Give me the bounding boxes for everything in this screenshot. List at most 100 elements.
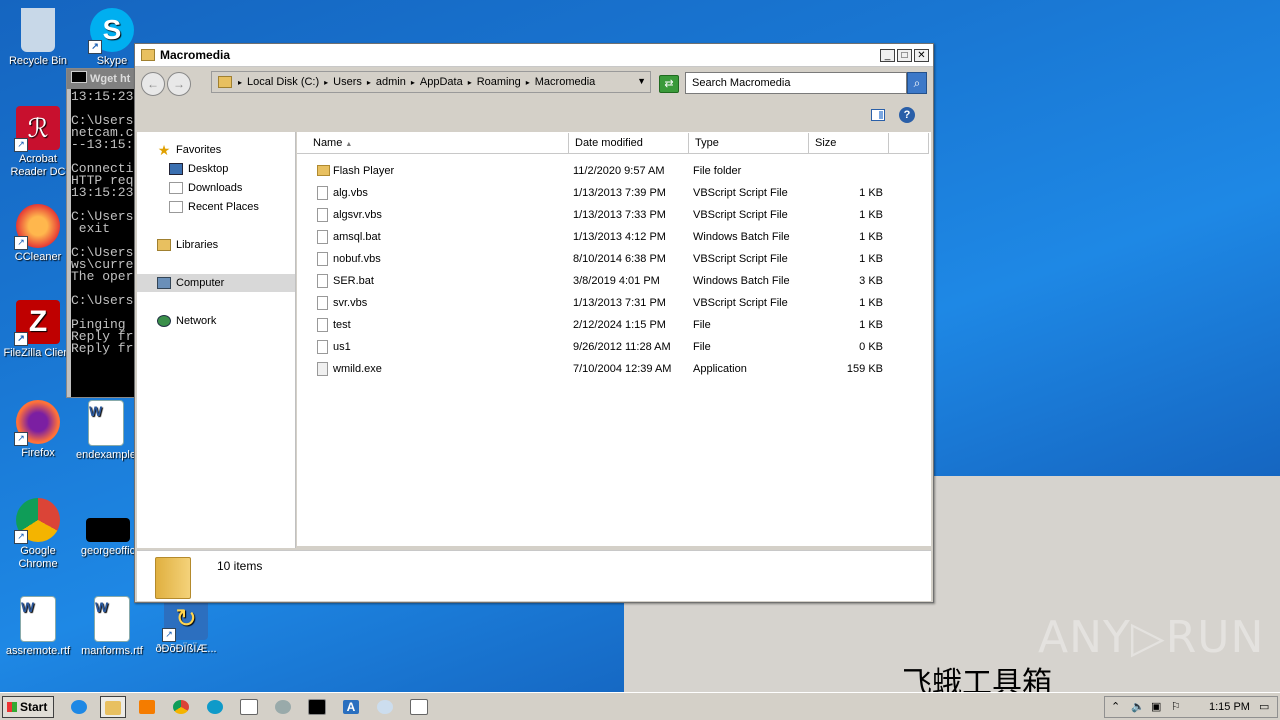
- file-name: SER.bat: [333, 275, 374, 287]
- breadcrumb-separator-icon[interactable]: ▸: [526, 78, 530, 87]
- breadcrumb-separator-icon[interactable]: ▸: [411, 78, 415, 87]
- ccleaner-desktop-icon[interactable]: ↗ CCleaner: [0, 204, 76, 264]
- network-tray-icon[interactable]: ▣: [1151, 699, 1161, 715]
- table-row[interactable]: amsql.bat 1/13/2013 4:12 PM Windows Batch …: [297, 226, 931, 248]
- file-type: Windows Batch File: [693, 231, 790, 243]
- nav-network[interactable]: Network: [157, 312, 216, 330]
- table-row[interactable]: algsvr.vbs 1/13/2013 7:33 PM VBScript Scri…: [297, 204, 931, 226]
- command-toolbar: ?: [135, 100, 933, 130]
- file-size: 3 KB: [859, 275, 883, 287]
- clock[interactable]: 1:15 PM: [1209, 699, 1250, 715]
- taskbar-cmd[interactable]: [304, 696, 330, 718]
- explorer-window[interactable]: Macromedia _ □ ✕ ← → ▸ Local Disk (C:) ▸…: [134, 43, 934, 603]
- taskbar-app-disc[interactable]: [372, 696, 398, 718]
- taskbar-window-2[interactable]: [270, 696, 296, 718]
- taskbar-media-player[interactable]: [134, 696, 160, 718]
- close-button[interactable]: ✕: [914, 48, 929, 62]
- breadcrumb-separator-icon: ▸: [238, 77, 243, 87]
- nav-downloads[interactable]: Downloads: [169, 179, 242, 197]
- file-size: 159 KB: [846, 363, 883, 375]
- nav-libraries[interactable]: Libraries: [157, 236, 218, 254]
- navigation-pane: ★ Favorites Desktop Downloads Recent Plac…: [137, 132, 296, 548]
- refresh-button[interactable]: ⇄: [659, 75, 679, 93]
- tray-expand-icon[interactable]: ⌃: [1111, 699, 1120, 715]
- table-row[interactable]: nobuf.vbs 8/10/2014 6:38 PM VBScript Scrip…: [297, 248, 931, 270]
- nav-label: Computer: [176, 277, 225, 289]
- taskbar-window-3[interactable]: [406, 696, 432, 718]
- nav-desktop[interactable]: Desktop: [169, 160, 228, 178]
- endexample-desktop-icon[interactable]: W endexample: [68, 400, 144, 462]
- search-input[interactable]: Search Macromedia: [685, 72, 907, 94]
- taskbar-chrome[interactable]: [168, 696, 194, 718]
- breadcrumb-separator-icon[interactable]: ▸: [324, 78, 328, 87]
- acrobat-desktop-icon[interactable]: ℛ ↗ Acrobat Reader DC: [0, 106, 76, 179]
- console-window[interactable]: Wget ht 13:15:23 C:\Users netcam.c --13:…: [66, 68, 138, 398]
- table-row[interactable]: us1 9/26/2012 11:28 AM File 0 KB: [297, 336, 931, 358]
- console-titlebar[interactable]: Wget ht: [67, 69, 137, 89]
- breadcrumb-appdata[interactable]: AppData: [420, 76, 463, 88]
- taskbar-explorer[interactable]: [100, 696, 126, 718]
- column-header-name[interactable]: Name ▲: [297, 133, 569, 154]
- word-document-icon: W: [88, 400, 124, 446]
- nav-recent-places[interactable]: Recent Places: [169, 198, 259, 216]
- search-icon[interactable]: ⌕: [907, 72, 927, 94]
- manforms-desktop-icon[interactable]: W manforms.rtf: [74, 596, 150, 658]
- help-icon[interactable]: ?: [899, 107, 915, 123]
- nav-computer[interactable]: Computer: [137, 274, 295, 292]
- filezilla-icon: Z ↗: [14, 300, 60, 346]
- breadcrumb-admin[interactable]: admin: [376, 76, 406, 88]
- preview-pane-icon[interactable]: [871, 109, 885, 121]
- volume-icon[interactable]: 🔈: [1131, 699, 1145, 715]
- address-bar[interactable]: ▸ Local Disk (C:) ▸ Users ▸ admin ▸ AppD…: [211, 71, 651, 93]
- shortcut-arrow-icon: ↗: [14, 332, 28, 346]
- unknown-shortcut-desktop-icon[interactable]: ↻ ↗ ðÐõÐÏßÏÆ...: [148, 596, 224, 656]
- firefox-desktop-icon[interactable]: ↗ Firefox: [0, 400, 76, 460]
- console-title: Wget ht: [90, 73, 131, 85]
- assremote-desktop-icon[interactable]: W assremote.rtf: [0, 596, 76, 658]
- breadcrumb-macromedia[interactable]: Macromedia: [535, 76, 596, 88]
- maximize-button[interactable]: □: [897, 48, 912, 62]
- filezilla-desktop-icon[interactable]: Z ↗ FileZilla Client: [0, 300, 76, 360]
- table-row[interactable]: SER.bat 3/8/2019 4:01 PM Windows Batch Fil…: [297, 270, 931, 292]
- table-row[interactable]: test 2/12/2024 1:15 PM File 1 KB: [297, 314, 931, 336]
- taskbar-app-a[interactable]: A: [338, 696, 364, 718]
- address-dropdown-icon[interactable]: ▼: [637, 76, 646, 86]
- chrome-desktop-icon[interactable]: ↗ Google Chrome: [0, 498, 76, 571]
- libraries-icon: [157, 239, 171, 251]
- explorer-titlebar[interactable]: Macromedia _ □ ✕: [135, 44, 933, 67]
- taskbar-ie[interactable]: [66, 696, 92, 718]
- breadcrumb-roaming[interactable]: Roaming: [477, 76, 521, 88]
- breadcrumb-users[interactable]: Users: [333, 76, 362, 88]
- file-date: 3/8/2019 4:01 PM: [573, 275, 660, 287]
- minimize-button[interactable]: _: [880, 48, 895, 62]
- column-header-date[interactable]: Date modified: [569, 133, 689, 154]
- show-desktop-icon[interactable]: ▭: [1259, 699, 1269, 715]
- folder-icon: [218, 76, 232, 88]
- column-header-size[interactable]: Size: [809, 133, 889, 154]
- recycle-bin-desktop-icon[interactable]: Recycle Bin: [0, 8, 76, 68]
- nav-favorites[interactable]: ★ Favorites: [157, 141, 222, 159]
- taskbar-edge[interactable]: [202, 696, 228, 718]
- column-header-type[interactable]: Type: [689, 133, 809, 154]
- folder-icon: [141, 49, 155, 61]
- column-label: Name: [313, 137, 343, 149]
- taskbar-window-1[interactable]: [236, 696, 262, 718]
- recent-places-icon: [169, 201, 183, 213]
- forward-button[interactable]: →: [167, 72, 191, 96]
- file-icon: [317, 208, 328, 222]
- nav-label: Recent Places: [188, 201, 259, 213]
- start-button[interactable]: Start: [2, 696, 54, 718]
- file-type: Application: [693, 363, 747, 375]
- table-row[interactable]: Flash Player 11/2/2020 9:57 AM File folder: [297, 160, 931, 182]
- back-button[interactable]: ←: [141, 72, 165, 96]
- breadcrumb-separator-icon[interactable]: ▸: [468, 78, 472, 87]
- breadcrumb-local-disk[interactable]: Local Disk (C:): [247, 76, 319, 88]
- console-output: 13:15:23 C:\Users netcam.c --13:15: Conn…: [71, 89, 137, 397]
- file-icon: [317, 340, 328, 354]
- breadcrumb-separator-icon[interactable]: ▸: [367, 78, 371, 87]
- system-tray: ⌃ 🔈 ▣ ⚐ 1:15 PM ▭: [1104, 696, 1278, 718]
- table-row[interactable]: wmild.exe 7/10/2004 12:39 AM Application 15…: [297, 358, 931, 380]
- table-row[interactable]: alg.vbs 1/13/2013 7:39 PM VBScript Script …: [297, 182, 931, 204]
- table-row[interactable]: svr.vbs 1/13/2013 7:31 PM VBScript Script …: [297, 292, 931, 314]
- action-center-flag-icon[interactable]: ⚐: [1171, 699, 1181, 715]
